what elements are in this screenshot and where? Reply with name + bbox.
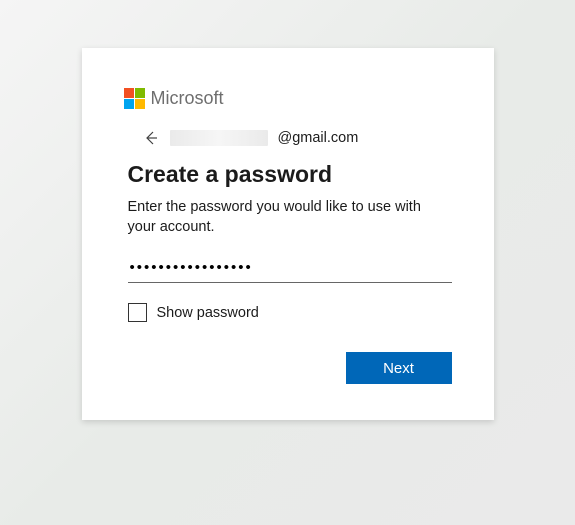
show-password-row[interactable]: Show password [128, 303, 452, 322]
dialog-card: Microsoft @gmail.com Create a password E… [82, 48, 494, 420]
page-subtext: Enter the password you would like to use… [128, 198, 452, 237]
identity-username-redacted [170, 130, 268, 146]
brand-row: Microsoft [124, 88, 452, 109]
identity-row: @gmail.com [124, 129, 452, 147]
back-arrow-icon[interactable] [142, 129, 160, 147]
identity-domain: @gmail.com [278, 130, 359, 146]
next-button[interactable]: Next [346, 352, 452, 384]
button-row: Next [124, 352, 452, 384]
password-input[interactable] [128, 255, 452, 283]
show-password-checkbox[interactable] [128, 303, 147, 322]
show-password-label: Show password [157, 305, 259, 321]
page-title: Create a password [128, 161, 452, 188]
brand-name: Microsoft [151, 88, 224, 109]
microsoft-logo-icon [124, 88, 145, 109]
